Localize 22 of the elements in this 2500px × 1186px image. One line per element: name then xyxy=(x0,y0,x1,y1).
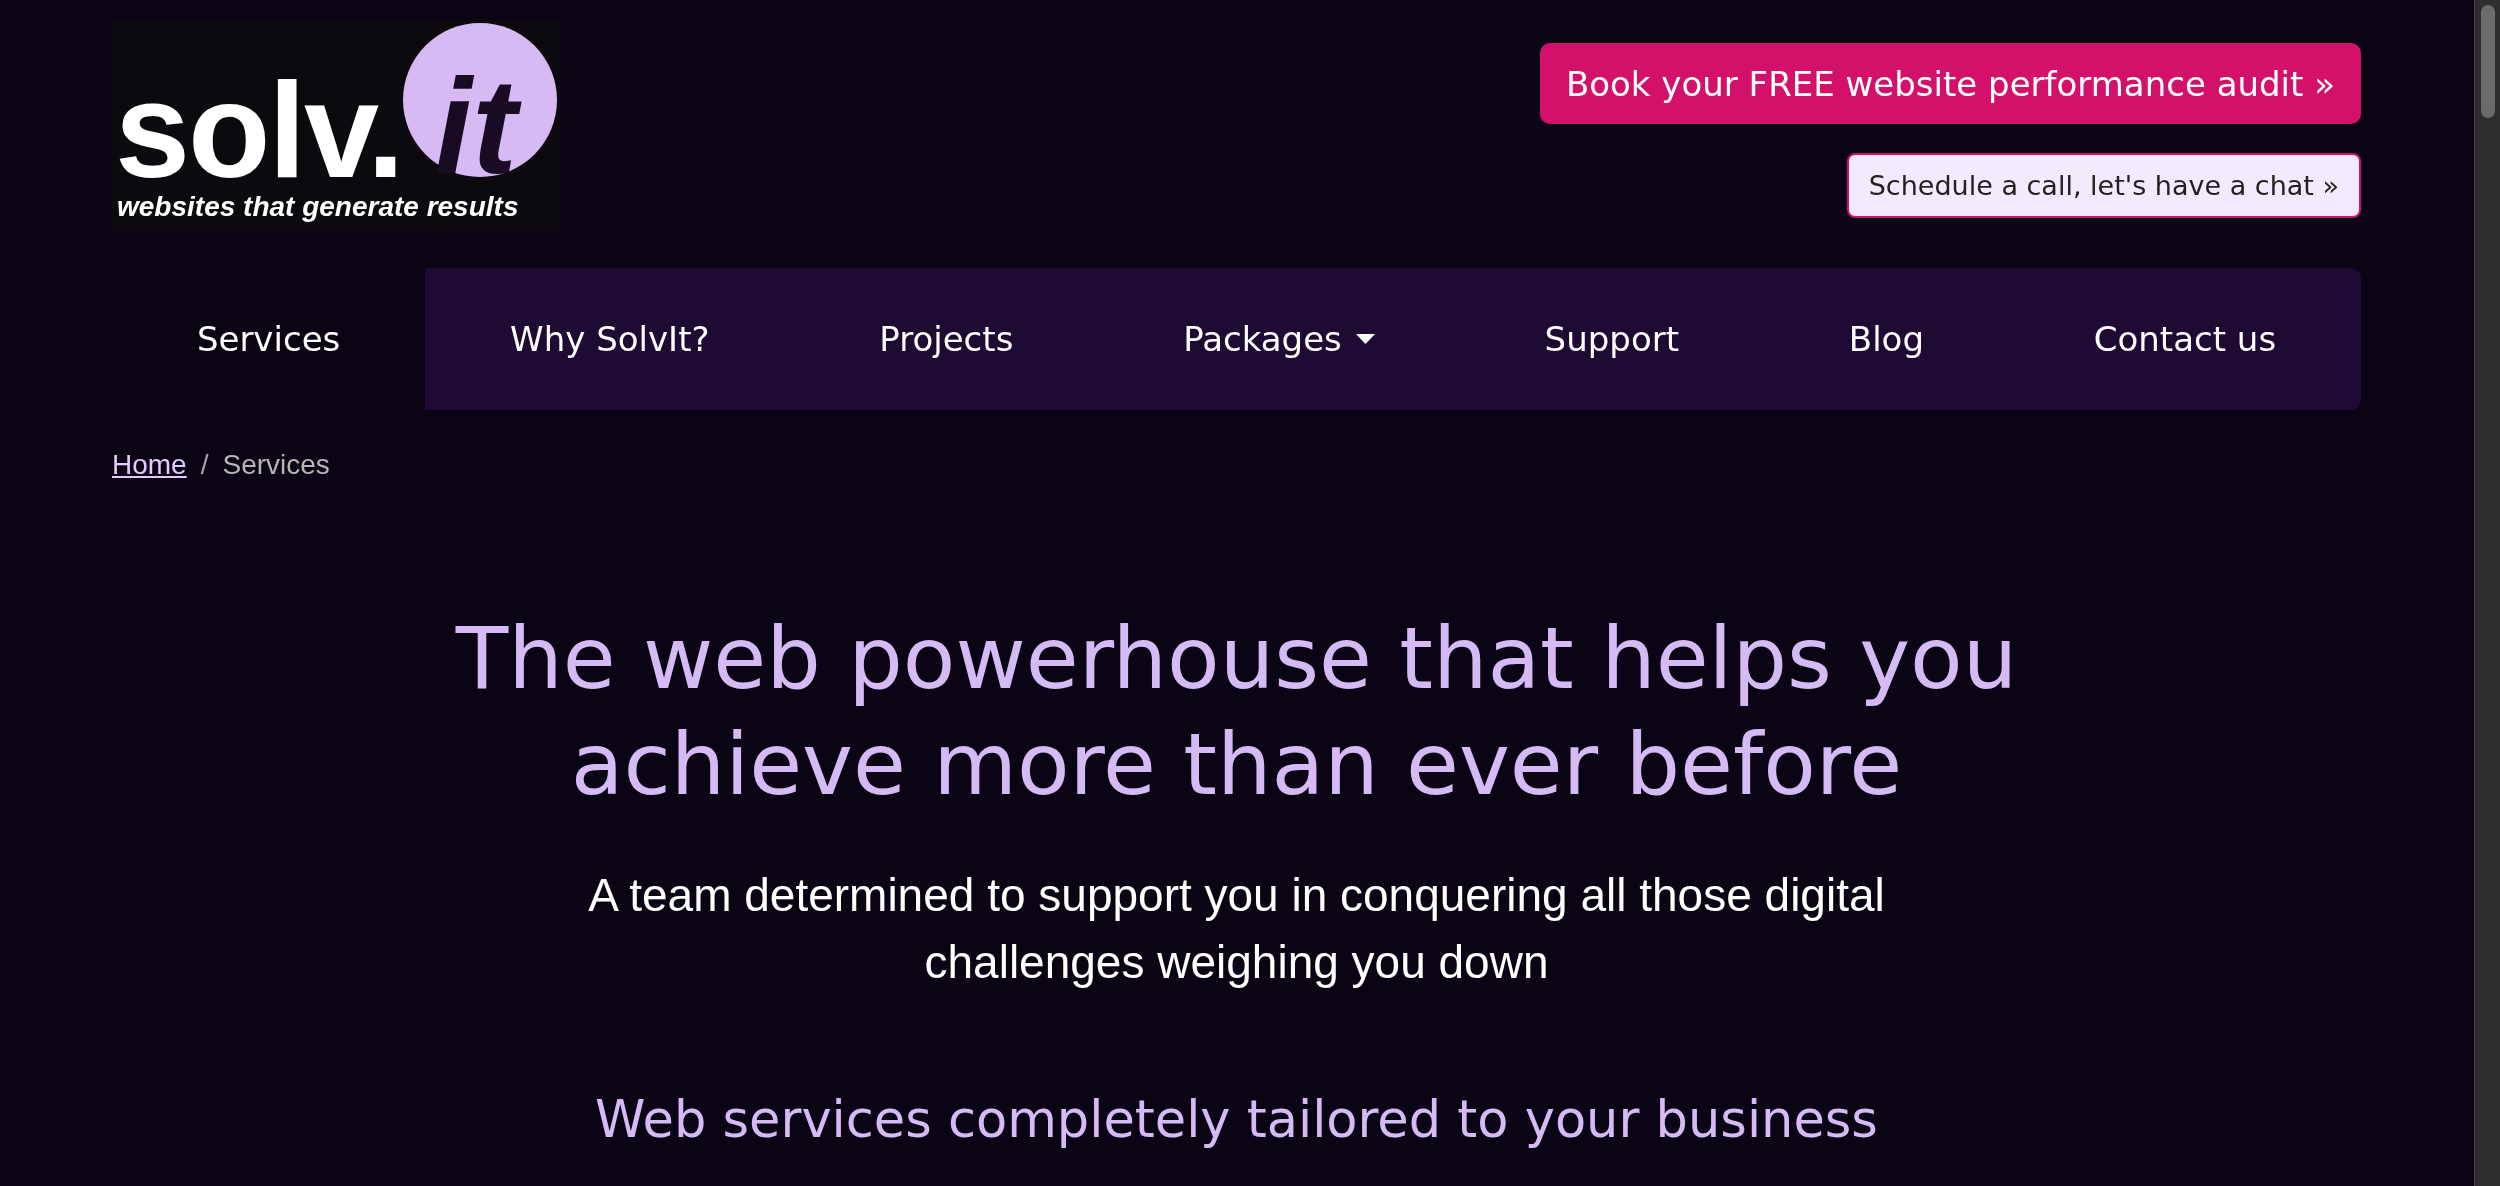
scrollbar[interactable] xyxy=(2474,0,2500,1186)
nav-link[interactable]: Support xyxy=(1459,268,1764,410)
hero-subtitle: A team determined to support you in conquering all those digital challenges weighing you down xyxy=(587,868,1886,990)
breadcrumb-separator: / xyxy=(200,448,209,482)
nav-link[interactable]: Contact us xyxy=(2008,268,2361,410)
logo-badge: it xyxy=(402,23,557,177)
logo-wordmark: solv. xyxy=(115,77,403,185)
nav-link[interactable]: Packages xyxy=(1098,268,1460,410)
call-button[interactable]: Schedule a call, let's have a chat » xyxy=(1846,153,2361,218)
audit-button[interactable]: Book your FREE website performance audit » xyxy=(1539,43,2361,124)
logo[interactable]: solv. it websites that generate results xyxy=(112,19,561,231)
section-heading: Web services completely tailored to your business xyxy=(595,1089,1878,1151)
logo-tagline: websites that generate results xyxy=(117,193,519,221)
nav-link[interactable]: Why SolvIt? xyxy=(425,268,795,410)
hero-title: The web powerhouse that helps you achieve more than ever before xyxy=(454,607,2019,816)
caret-icon xyxy=(1355,334,1375,344)
nav-link[interactable]: Projects xyxy=(794,268,1099,410)
nav-link[interactable]: Blog xyxy=(1763,268,2009,410)
breadcrumb-current: Services xyxy=(222,448,330,482)
scrollbar-thumb[interactable] xyxy=(2481,5,2495,118)
breadcrumb-link[interactable]: Home xyxy=(112,448,187,482)
nav-link[interactable]: Services xyxy=(112,268,426,410)
